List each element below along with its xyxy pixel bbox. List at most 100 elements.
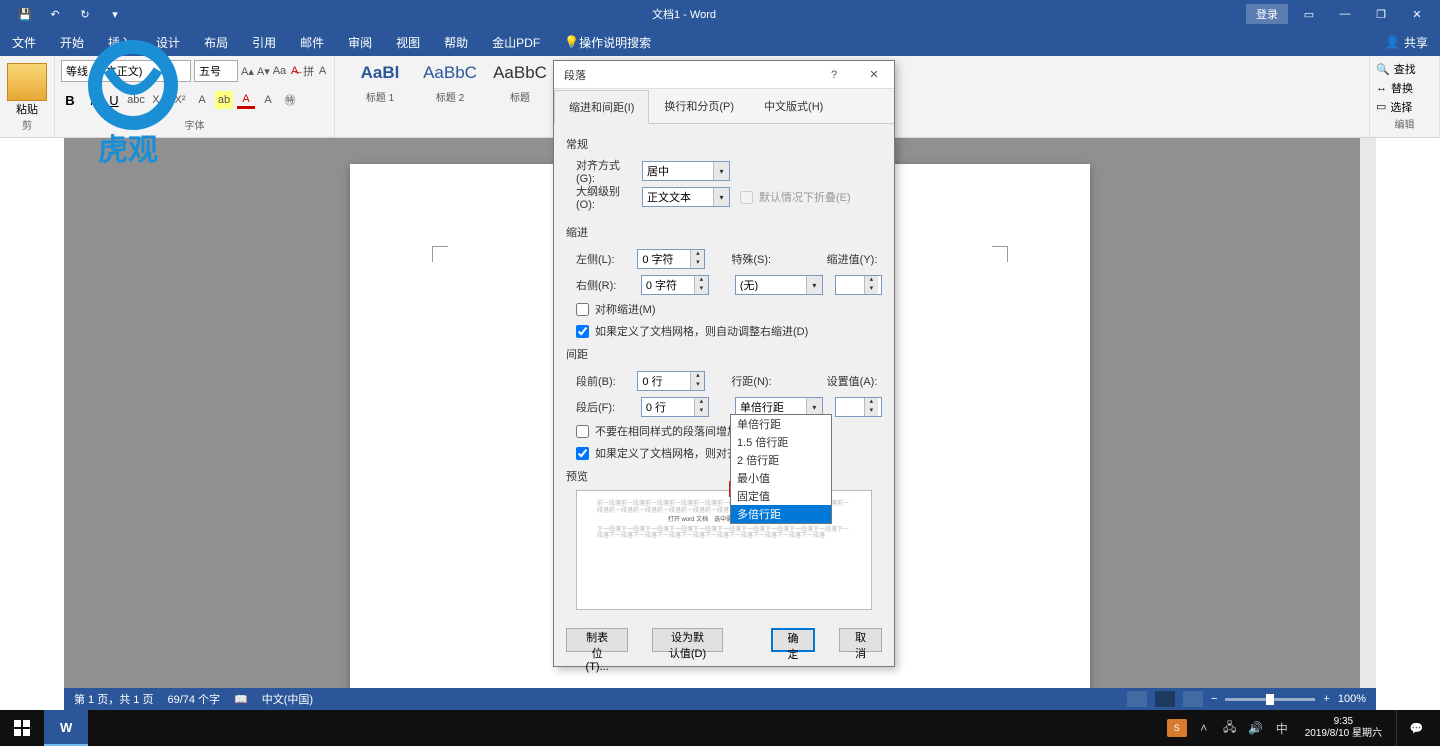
outline-input[interactable] <box>643 191 713 203</box>
zoom-in-icon[interactable]: + <box>1323 693 1329 705</box>
login-button[interactable]: 登录 <box>1246 4 1288 24</box>
menu-file[interactable]: 文件 <box>0 28 48 56</box>
before-spinner[interactable]: ▴▾ <box>637 371 705 391</box>
spin-down-icon[interactable]: ▾ <box>690 381 704 390</box>
mirror-checkbox[interactable] <box>576 303 589 316</box>
menu-mailings[interactable]: 邮件 <box>288 28 336 56</box>
minimize-icon[interactable]: — <box>1330 0 1360 28</box>
menu-design[interactable]: 设计 <box>144 28 192 56</box>
spin-up-icon[interactable]: ▴ <box>864 398 878 407</box>
network-icon[interactable]: 🖧 <box>1221 719 1239 737</box>
page-indicator[interactable]: 第 1 页，共 1 页 <box>74 691 153 707</box>
spin-up-icon[interactable]: ▴ <box>690 250 704 259</box>
before-input[interactable] <box>638 375 690 387</box>
char-shading-icon[interactable]: A <box>259 91 277 109</box>
menu-help[interactable]: 帮助 <box>432 28 480 56</box>
menu-home[interactable]: 开始 <box>48 28 96 56</box>
indent-left-input[interactable] <box>638 253 690 265</box>
zoom-slider[interactable] <box>1225 698 1315 701</box>
dropdown-item-1-5[interactable]: 1.5 倍行距 <box>731 433 831 451</box>
read-mode-button[interactable] <box>1127 691 1147 707</box>
tab-indent-spacing[interactable]: 缩进和间距(I) <box>554 90 649 124</box>
spin-up-icon[interactable]: ▴ <box>694 276 708 285</box>
undo-icon[interactable]: ↶ <box>48 7 62 21</box>
spellcheck-icon[interactable]: 📖 <box>234 693 248 706</box>
set-default-button[interactable]: 设为默认值(D) <box>652 628 722 652</box>
paste-button[interactable] <box>7 63 47 101</box>
grow-font-icon[interactable]: A▴ <box>241 62 254 80</box>
enclose-char-icon[interactable]: ㊕ <box>281 91 299 109</box>
by-input[interactable] <box>836 279 864 291</box>
phonetic-icon[interactable]: 拼 <box>303 62 314 80</box>
spin-down-icon[interactable]: ▾ <box>694 407 708 416</box>
font-color-icon[interactable]: A <box>237 91 255 109</box>
by-spinner[interactable]: ▴▾ <box>835 275 882 295</box>
word-count[interactable]: 69/74 个字 <box>167 691 220 707</box>
clear-format-icon[interactable]: A̶ <box>289 62 300 80</box>
zoom-thumb[interactable] <box>1266 694 1274 705</box>
tab-line-page[interactable]: 换行和分页(P) <box>649 89 749 123</box>
start-button[interactable] <box>0 710 44 746</box>
special-select[interactable]: ▾ <box>735 275 823 295</box>
redo-icon[interactable]: ↻ <box>78 7 92 21</box>
autoadj-checkbox[interactable] <box>576 325 589 338</box>
line-spacing-input[interactable] <box>736 401 806 413</box>
style-title[interactable]: AaBbC标题 <box>489 63 551 104</box>
save-icon[interactable]: 💾 <box>18 7 32 21</box>
at-spinner[interactable]: ▴▾ <box>835 397 882 417</box>
underline-button[interactable]: U <box>105 91 123 109</box>
tell-me[interactable]: 💡 操作说明搜索 <box>552 28 663 56</box>
spin-up-icon[interactable]: ▴ <box>690 372 704 381</box>
vertical-scrollbar[interactable] <box>1360 138 1376 698</box>
dialog-close-icon[interactable]: ✕ <box>864 68 884 81</box>
alignment-input[interactable] <box>643 165 713 177</box>
after-input[interactable] <box>642 401 694 413</box>
share-button[interactable]: 👤 共享 <box>1385 34 1440 51</box>
ribbon-display-icon[interactable]: ▭ <box>1294 0 1324 28</box>
dropdown-item-double[interactable]: 2 倍行距 <box>731 451 831 469</box>
menu-review[interactable]: 审阅 <box>336 28 384 56</box>
ime-icon[interactable]: S <box>1167 719 1187 737</box>
dropdown-item-multiple[interactable]: 多倍行距 <box>731 505 831 523</box>
strike-button[interactable]: abc <box>127 91 145 109</box>
print-layout-button[interactable] <box>1155 691 1175 707</box>
italic-button[interactable]: I <box>83 91 101 109</box>
ok-button[interactable]: 确定 <box>771 628 816 652</box>
volume-icon[interactable]: 🔊 <box>1247 719 1265 737</box>
taskbar-word[interactable]: W <box>44 710 88 746</box>
language-indicator[interactable]: 中文(中国) <box>262 691 313 707</box>
at-input[interactable] <box>836 401 864 413</box>
font-size-select[interactable] <box>194 60 238 82</box>
tabs-button[interactable]: 制表位(T)... <box>566 628 628 652</box>
snapgrid-checkbox[interactable] <box>576 447 589 460</box>
spin-down-icon[interactable]: ▾ <box>864 285 878 294</box>
spin-down-icon[interactable]: ▾ <box>690 259 704 268</box>
highlight-icon[interactable]: ab <box>215 91 233 109</box>
text-effects-icon[interactable]: A <box>193 91 211 109</box>
close-icon[interactable]: ✕ <box>1402 0 1432 28</box>
char-border-icon[interactable]: A <box>317 62 328 80</box>
style-heading1[interactable]: AaBl标题 1 <box>349 63 411 104</box>
dropdown-item-single[interactable]: 单倍行距 <box>731 415 831 433</box>
subscript-button[interactable]: X₂ <box>149 91 167 109</box>
menu-insert[interactable]: 插入 <box>96 28 144 56</box>
zoom-out-icon[interactable]: − <box>1211 693 1217 705</box>
zoom-level[interactable]: 100% <box>1338 693 1366 705</box>
spin-up-icon[interactable]: ▴ <box>864 276 878 285</box>
maximize-icon[interactable]: ❐ <box>1366 0 1396 28</box>
cancel-button[interactable]: 取消 <box>839 628 882 652</box>
taskbar-clock[interactable]: 9:35 2019/8/10 星期六 <box>1299 716 1388 740</box>
indent-right-spinner[interactable]: ▴▾ <box>641 275 709 295</box>
style-heading2[interactable]: AaBbC标题 2 <box>419 63 481 104</box>
qat-more-icon[interactable]: ▾ <box>108 7 122 21</box>
alignment-select[interactable]: ▾ <box>642 161 730 181</box>
find-button[interactable]: 🔍 查找 <box>1376 60 1433 79</box>
dropdown-item-exact[interactable]: 固定值 <box>731 487 831 505</box>
menu-layout[interactable]: 布局 <box>192 28 240 56</box>
tray-expand-icon[interactable]: ˄ <box>1195 719 1213 737</box>
font-name-select[interactable] <box>61 60 191 82</box>
after-spinner[interactable]: ▴▾ <box>641 397 709 417</box>
input-lang-icon[interactable]: 中 <box>1273 719 1291 737</box>
shrink-font-icon[interactable]: A▾ <box>257 62 270 80</box>
chevron-down-icon[interactable]: ▾ <box>806 276 822 294</box>
